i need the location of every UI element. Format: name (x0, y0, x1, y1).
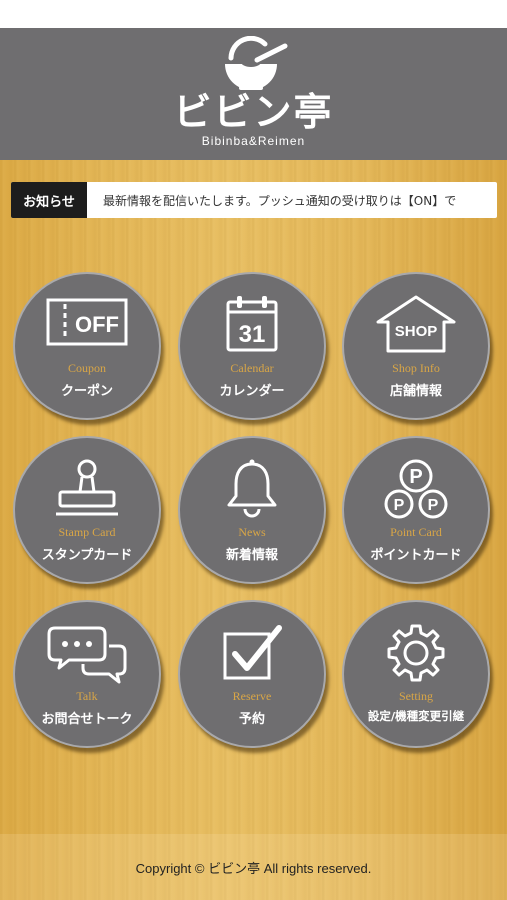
bowl-spoon-logo-icon (224, 36, 287, 90)
tile-en-label: Talk (76, 689, 98, 703)
app-header: ビビン亭 Bibinba&Reimen (0, 28, 507, 160)
menu-setting-button[interactable]: Setting 設定/機種変更引継 (342, 600, 490, 748)
menu-shop-info-button[interactable]: SHOP Shop Info 店舗情報 (342, 272, 490, 420)
calendar-icon: 31 (226, 296, 278, 352)
svg-text:P: P (409, 466, 422, 488)
svg-text:P: P (428, 497, 439, 514)
tile-en-label: News (238, 525, 266, 539)
tile-jp-label: ポイントカード (370, 548, 462, 563)
tile-jp-label: 新着情報 (225, 548, 278, 563)
status-bar (0, 0, 507, 28)
copyright-text: Copyright © ビビン亭 All rights reserved. (135, 860, 372, 876)
tile-en-label: Reserve (232, 689, 272, 703)
tile-jp-label: 設定/機種変更引継 (367, 709, 465, 723)
tile-en-label: Coupon (67, 361, 106, 375)
menu-reserve-button[interactable]: Reserve 予約 (178, 600, 326, 748)
menu-coupon-button[interactable]: OFF Coupon クーポン (13, 272, 161, 420)
tile-en-label: Calendar (230, 361, 274, 375)
tile-en-label: Shop Info (392, 361, 440, 375)
menu-calendar-button[interactable]: 31 Calendar カレンダー (178, 272, 326, 420)
tile-en-label: Setting (398, 689, 433, 703)
menu-news-button[interactable]: News 新着情報 (178, 436, 326, 584)
svg-text:OFF: OFF (75, 312, 119, 337)
chat-bubbles-icon (47, 626, 127, 684)
logo-title: ビビン亭 (173, 90, 334, 134)
svg-text:31: 31 (239, 321, 266, 348)
tile-en-label: Point Card (390, 525, 442, 539)
news-ticker[interactable]: お知らせ 最新情報を配信いたします。プッシュ通知の受け取りは【ON】で (11, 182, 497, 218)
tile-jp-label: お問合せトーク (41, 712, 133, 727)
coupon-off-icon: OFF (46, 298, 128, 346)
tile-jp-label: カレンダー (219, 384, 285, 399)
menu-stamp-card-button[interactable]: Stamp Card スタンプカード (13, 436, 161, 584)
stamp-icon (56, 459, 118, 516)
gear-icon (387, 624, 445, 682)
menu-point-card-button[interactable]: P P P Point Card ポイントカード (342, 436, 490, 584)
bell-icon (227, 459, 277, 518)
logo-subtitle: Bibinba&Reimen (201, 134, 306, 148)
tile-jp-label: 予約 (238, 712, 265, 727)
footer: Copyright © ビビン亭 All rights reserved. (0, 834, 507, 900)
tile-jp-label: クーポン (60, 384, 113, 399)
shop-icon: SHOP (376, 295, 456, 353)
point-coins-icon: P P P (384, 459, 448, 519)
tile-en-label: Stamp Card (58, 525, 116, 539)
svg-text:SHOP: SHOP (395, 323, 438, 340)
news-text: 最新情報を配信いたします。プッシュ通知の受け取りは【ON】で (103, 193, 457, 208)
tile-jp-label: 店舗情報 (389, 384, 442, 399)
news-label: お知らせ (11, 182, 87, 218)
tile-jp-label: スタンプカード (41, 548, 133, 563)
svg-text:P: P (394, 497, 405, 514)
menu-talk-button[interactable]: Talk お問合せトーク (13, 600, 161, 748)
checkbox-icon (223, 625, 282, 680)
